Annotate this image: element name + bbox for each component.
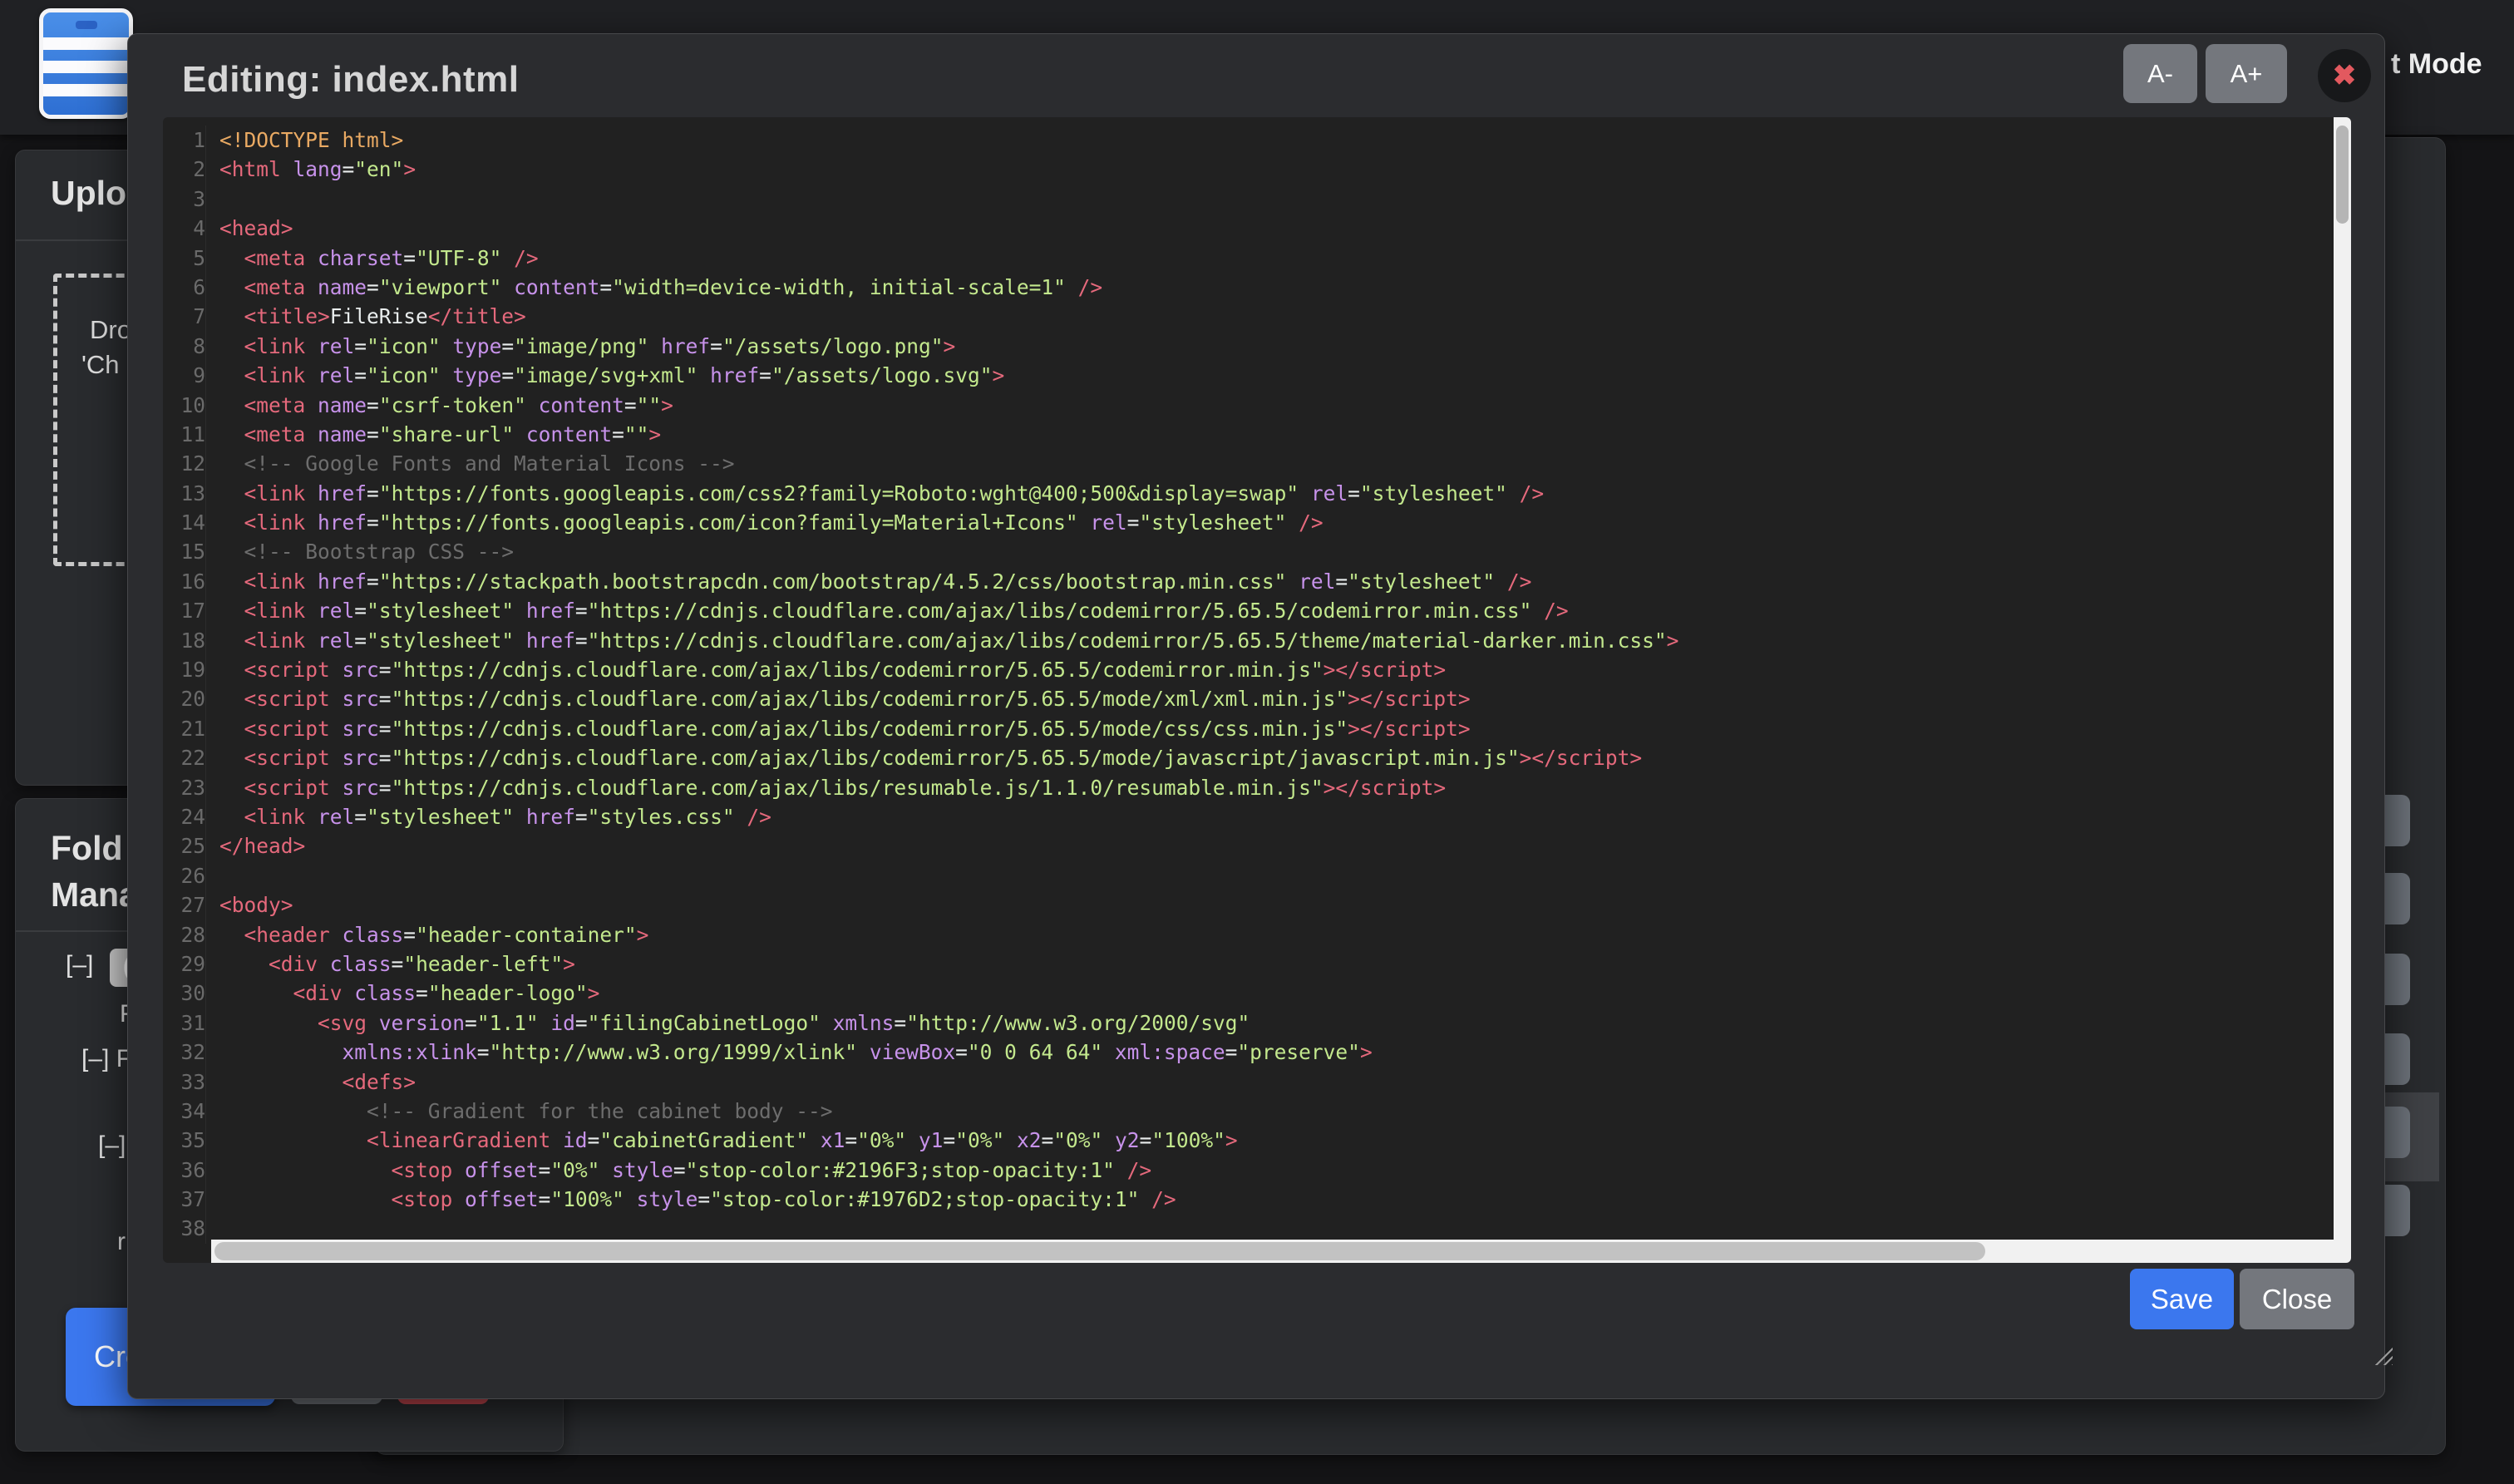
edit-file-modal: Editing: index.html A- A+ ✖ 123456789101…: [127, 33, 2385, 1399]
code-editor[interactable]: 1234567891011121314151617181920212223242…: [163, 117, 2351, 1263]
upload-card-title: Uplo: [51, 174, 126, 213]
font-decrease-button[interactable]: A-: [2123, 44, 2197, 103]
screen: t Mode Uplo Dro 'Ch Fold Mana [–] ( F [–…: [0, 0, 2514, 1484]
save-button[interactable]: Save: [2130, 1269, 2234, 1329]
folder-card-title-line1: Fold: [51, 829, 123, 868]
folder-tree-item[interactable]: [–]: [66, 951, 93, 979]
close-button[interactable]: Close: [2240, 1269, 2354, 1329]
logo-drawer-handle-icon: [76, 21, 97, 29]
horizontal-scrollbar[interactable]: [211, 1240, 2334, 1263]
filerise-logo[interactable]: [39, 8, 133, 119]
theme-mode-label[interactable]: t Mode: [2391, 48, 2482, 81]
folder-tree-item[interactable]: [–]: [98, 1131, 126, 1160]
logo-stripe: [43, 37, 129, 50]
line-number-gutter: 1234567891011121314151617181920212223242…: [163, 126, 206, 1244]
dropzone-text-line2: 'Ch: [81, 350, 120, 380]
code-lines[interactable]: <!DOCTYPE html><html lang="en"><head> <m…: [219, 126, 1678, 1244]
font-increase-button[interactable]: A+: [2206, 44, 2287, 103]
vertical-scrollbar[interactable]: [2334, 117, 2351, 1263]
logo-stripe: [43, 84, 129, 96]
close-icon[interactable]: ✖: [2318, 49, 2371, 102]
folder-tree-item[interactable]: [–] F: [81, 1045, 131, 1073]
horizontal-scrollbar-thumb[interactable]: [214, 1242, 1985, 1260]
logo-stripe: [43, 61, 129, 73]
folder-tree-item[interactable]: r: [117, 1228, 126, 1256]
vertical-scrollbar-thumb[interactable]: [2336, 126, 2349, 224]
folder-card-title-line2: Mana: [51, 875, 138, 915]
dropzone-text-line1: Dro: [90, 315, 131, 345]
modal-title: Editing: index.html: [182, 49, 519, 111]
